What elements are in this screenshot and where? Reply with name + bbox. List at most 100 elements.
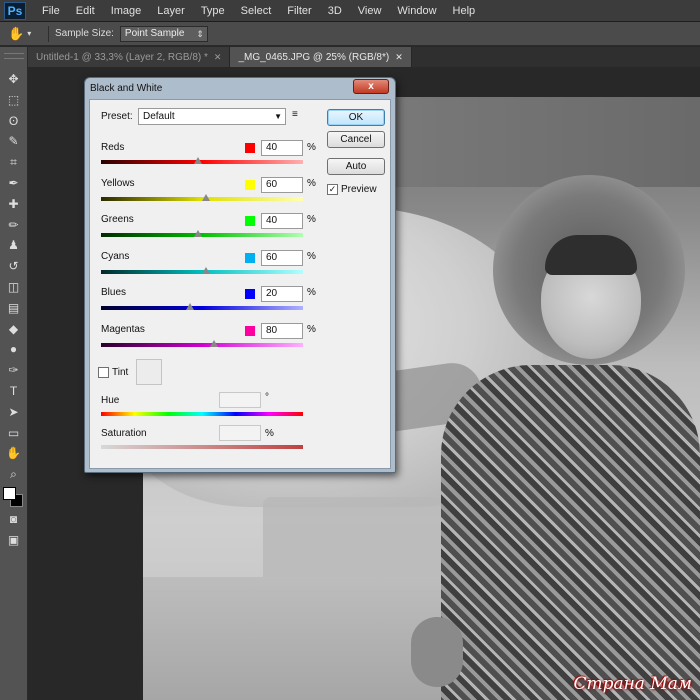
preset-label: Preset: xyxy=(101,111,133,122)
blues-slider-track[interactable] xyxy=(101,306,303,310)
eraser-icon[interactable]: ◫ xyxy=(4,277,24,297)
dialog-title: Black and White xyxy=(90,82,163,94)
greens-slider-track[interactable] xyxy=(101,233,303,237)
menu-help[interactable]: Help xyxy=(445,0,484,22)
menu-select[interactable]: Select xyxy=(233,0,280,22)
saturation-slider-track[interactable] xyxy=(101,445,303,449)
screen-mode-icon[interactable]: ▣ xyxy=(4,530,24,550)
menu-window[interactable]: Window xyxy=(389,0,444,22)
close-icon[interactable]: ✕ xyxy=(214,52,222,63)
sample-size-value: Point Sample xyxy=(124,27,185,39)
dialog-titlebar[interactable]: Black and White x xyxy=(85,78,395,98)
cancel-label: Cancel xyxy=(340,134,372,145)
menu-edit[interactable]: Edit xyxy=(68,0,103,22)
blues-slider-thumb[interactable] xyxy=(185,303,194,310)
preset-value: Default xyxy=(143,111,175,122)
type-icon[interactable]: T xyxy=(4,381,24,401)
menu-file[interactable]: File xyxy=(34,0,68,22)
menu-view[interactable]: View xyxy=(350,0,390,22)
preview-checkbox[interactable]: ✓ xyxy=(327,184,338,195)
magentas-input[interactable]: 80 xyxy=(261,323,303,339)
menu-3d[interactable]: 3D xyxy=(320,0,350,22)
reds-slider-track[interactable] xyxy=(101,160,303,164)
check-icon: ✓ xyxy=(328,184,337,194)
cyans-slider-thumb[interactable] xyxy=(202,267,211,274)
cyans-input[interactable]: 60 xyxy=(261,250,303,266)
greens-input[interactable]: 40 xyxy=(261,213,303,229)
gradient-icon[interactable]: ▤ xyxy=(4,298,24,318)
pen-icon[interactable]: ✑ xyxy=(4,360,24,380)
yellows-slider-thumb[interactable] xyxy=(202,194,211,201)
marquee-icon[interactable]: ⬚ xyxy=(4,90,24,110)
degree-label: ° xyxy=(265,392,269,403)
percent-label: % xyxy=(307,324,316,335)
auto-button[interactable]: Auto xyxy=(327,158,385,175)
crop-icon[interactable]: ⌗ xyxy=(4,152,24,172)
menu-image[interactable]: Image xyxy=(103,0,150,22)
healing-brush-icon[interactable]: ✚ xyxy=(4,194,24,214)
tint-checkbox[interactable] xyxy=(98,367,109,378)
percent-label: % xyxy=(307,251,316,262)
yellows-swatch xyxy=(245,180,255,190)
blues-input[interactable]: 20 xyxy=(261,286,303,302)
ok-button[interactable]: OK xyxy=(327,109,385,126)
menu-layer[interactable]: Layer xyxy=(149,0,193,22)
tab-mg-0465[interactable]: _MG_0465.JPG @ 25% (RGB/8*) ✕ xyxy=(230,47,412,67)
sample-size-select[interactable]: Point Sample xyxy=(119,25,208,42)
preset-select[interactable]: Default ▼ xyxy=(138,108,286,125)
hue-slider-track[interactable] xyxy=(101,412,303,416)
preset-options-icon[interactable]: ≡ xyxy=(292,109,298,120)
reds-input[interactable]: 40 xyxy=(261,140,303,156)
menu-bar: Ps File Edit Image Layer Type Select Fil… xyxy=(0,0,700,22)
hue-input[interactable] xyxy=(219,392,261,408)
ok-label: OK xyxy=(348,112,364,123)
saturation-input[interactable] xyxy=(219,425,261,441)
close-icon: x xyxy=(368,81,374,92)
quick-mask-icon[interactable]: ◙ xyxy=(4,509,24,529)
zoom-icon[interactable]: ⌕ xyxy=(4,464,24,484)
rectangle-icon[interactable]: ▭ xyxy=(4,423,24,443)
photo-hat xyxy=(545,235,637,275)
path-selection-icon[interactable]: ➤ xyxy=(4,402,24,422)
magentas-slider-track[interactable] xyxy=(101,343,303,347)
brush-icon[interactable]: ✏ xyxy=(4,215,24,235)
auto-label: Auto xyxy=(345,161,367,172)
lasso-icon[interactable]: ʘ xyxy=(4,111,24,131)
percent-label: % xyxy=(307,178,316,189)
greens-slider-thumb[interactable] xyxy=(193,230,202,237)
eyedropper-icon[interactable]: ✒ xyxy=(4,173,24,193)
sample-size-label: Sample Size: xyxy=(55,28,114,39)
magentas-label: Magentas xyxy=(101,324,145,335)
yellows-input[interactable]: 60 xyxy=(261,177,303,193)
close-button[interactable]: x xyxy=(353,79,389,94)
photoshop-window: Ps File Edit Image Layer Type Select Fil… xyxy=(0,0,700,700)
hand-tool-icon[interactable]: ✋ xyxy=(4,443,24,463)
cancel-button[interactable]: Cancel xyxy=(327,131,385,148)
percent-label: % xyxy=(265,428,274,439)
toolbox-grip[interactable] xyxy=(3,53,24,59)
magentas-swatch xyxy=(245,326,255,336)
color-swatches[interactable] xyxy=(2,486,25,509)
magentas-slider-thumb[interactable] xyxy=(210,340,219,347)
menu-filter[interactable]: Filter xyxy=(279,0,319,22)
close-icon[interactable]: ✕ xyxy=(395,52,403,63)
foreground-color[interactable] xyxy=(2,486,16,500)
dialog-body: Preset: Default ▼ ≡ OK Cancel Auto ✓ Pre… xyxy=(89,99,391,469)
photo-mitten xyxy=(411,617,463,687)
hue-label: Hue xyxy=(101,395,120,406)
tab-label: Untitled-1 @ 33,3% (Layer 2, RGB/8) * xyxy=(36,51,208,63)
menu-type[interactable]: Type xyxy=(193,0,233,22)
move-icon[interactable]: ✥ xyxy=(4,69,24,89)
clone-stamp-icon[interactable]: ♟ xyxy=(4,235,24,255)
blur-icon[interactable]: ◆ xyxy=(4,319,24,339)
tint-color-swatch[interactable] xyxy=(136,359,162,385)
history-brush-icon[interactable]: ↺ xyxy=(4,256,24,276)
reds-slider-thumb[interactable] xyxy=(193,157,202,164)
dodge-icon[interactable]: ● xyxy=(4,339,24,359)
quick-selection-icon[interactable]: ✎ xyxy=(4,131,24,151)
greens-label: Greens xyxy=(101,214,134,225)
chevron-down-icon: ▼ xyxy=(274,112,282,121)
tab-untitled-1[interactable]: Untitled-1 @ 33,3% (Layer 2, RGB/8) * ✕ xyxy=(28,47,231,67)
percent-label: % xyxy=(307,142,316,153)
tool-preset-picker[interactable]: ✋ ▾ xyxy=(8,24,42,44)
